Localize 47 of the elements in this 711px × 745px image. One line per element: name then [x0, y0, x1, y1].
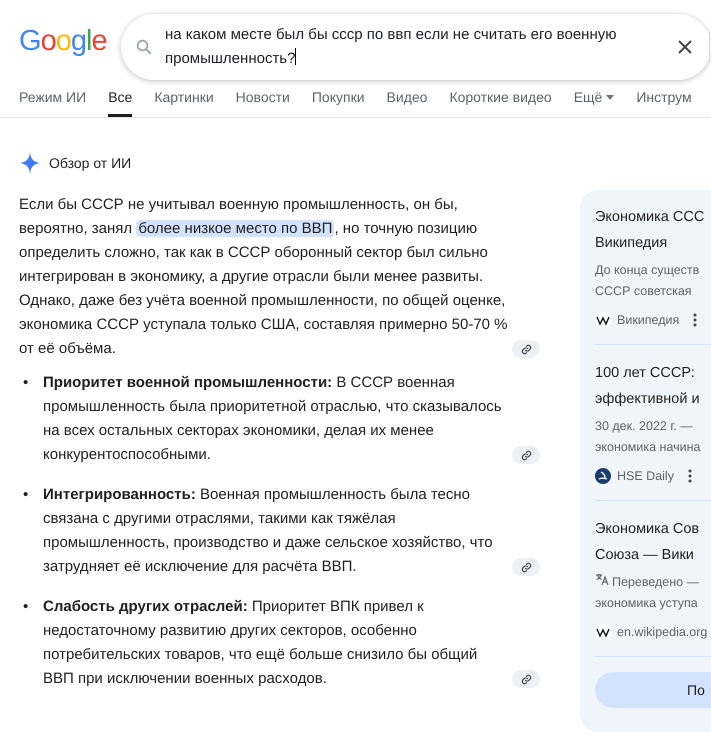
link-icon	[520, 562, 532, 572]
source-link-button[interactable]	[512, 446, 540, 464]
source-title[interactable]: Экономика Сов Союза — Вики	[595, 516, 711, 568]
bullet-marker: •	[23, 373, 30, 393]
highlighted-link[interactable]: более низкое место по ВВП	[136, 220, 334, 237]
source-site[interactable]: en.wikipedia.org	[617, 625, 708, 639]
tab[interactable]: Ещё	[574, 82, 614, 117]
source-snippet: Переведено — экономика уступа	[595, 572, 700, 612]
tab[interactable]: Все	[108, 82, 132, 117]
source-link-button[interactable]	[512, 670, 540, 688]
wikipedia-icon	[595, 312, 611, 328]
show-all-button[interactable]: По	[595, 672, 711, 708]
source-site[interactable]: HSE Daily	[617, 469, 674, 483]
tab[interactable]: Режим ИИ	[19, 82, 86, 117]
answer-paragraph: Если бы СССР не учитывал военную промышленность, он бы, вероятно, занял более низкое место по ВВП, но точную позицию определить сложно, так как в СССР оборонный сектор был сильно интегрирован в экономику, а другие отрасли были менее развиты. Однако, даже без учёта военной промышленности, по общей оценке, экономика СССР уступала только США, составляя примерно 50-70 % от её объёма.	[19, 195, 508, 359]
bullet-text: Интегрированность: Военная промышленность была тесно связана с другими отраслями, такими как тяжёлая промышленность, производство и даже сельское хозяйство, что затрудняет её исключение для расчёта ВВП.	[43, 485, 494, 577]
tab[interactable]: Инструм	[636, 82, 692, 117]
more-icon[interactable]	[693, 313, 698, 327]
search-icon	[135, 38, 153, 56]
source-snippet: 30 дек. 2022 г. — экономика начина	[595, 418, 702, 456]
source-title[interactable]: 100 лет СССР: эффективной и	[595, 360, 711, 412]
source-site[interactable]: Википедия	[617, 313, 680, 327]
tab[interactable]: Короткие видео	[449, 82, 552, 117]
close-icon[interactable]	[677, 39, 693, 55]
tab[interactable]: Видео	[386, 82, 428, 117]
translate-icon	[595, 573, 609, 586]
more-icon[interactable]	[688, 469, 692, 483]
search-field[interactable]: на каком месте был бы ссср по ввп если не считать его военную промышленность?	[121, 14, 711, 80]
tab[interactable]: Новости	[236, 82, 290, 117]
tab[interactable]: Покупки	[312, 82, 365, 117]
wikipedia-icon	[595, 624, 611, 640]
link-icon	[520, 674, 532, 684]
overview-title: Обзор от ИИ	[49, 154, 132, 173]
source-snippet: До конца существ СССР советская	[595, 262, 700, 300]
tab[interactable]: Картинки	[154, 82, 214, 117]
source-link-button[interactable]	[512, 558, 540, 576]
bullet-text: Приоритет военной промышленности: В СССР военная промышленность была приоритетной отраслью, что сказывалось на всех остальных секторах экономики, делая их менее конкурентоспособными.	[43, 373, 503, 465]
source-link-button[interactable]	[512, 340, 540, 358]
bullet-text: Слабость других отраслей: Приоритет ВПК привел к недостаточному развитию других секторов, особенно потребительских товаров, что ещё больше снизило бы общий ВВП при исключении военных расходов.	[43, 597, 478, 689]
google-logo[interactable]: Google	[19, 24, 121, 58]
caret-icon	[606, 95, 614, 100]
bullet-marker: •	[23, 485, 30, 505]
link-icon	[520, 344, 532, 354]
sparkle-icon	[19, 152, 41, 174]
bullet-marker: •	[23, 597, 30, 617]
link-icon	[520, 450, 532, 460]
source-title[interactable]: Экономика ССС Википедия	[595, 204, 711, 256]
